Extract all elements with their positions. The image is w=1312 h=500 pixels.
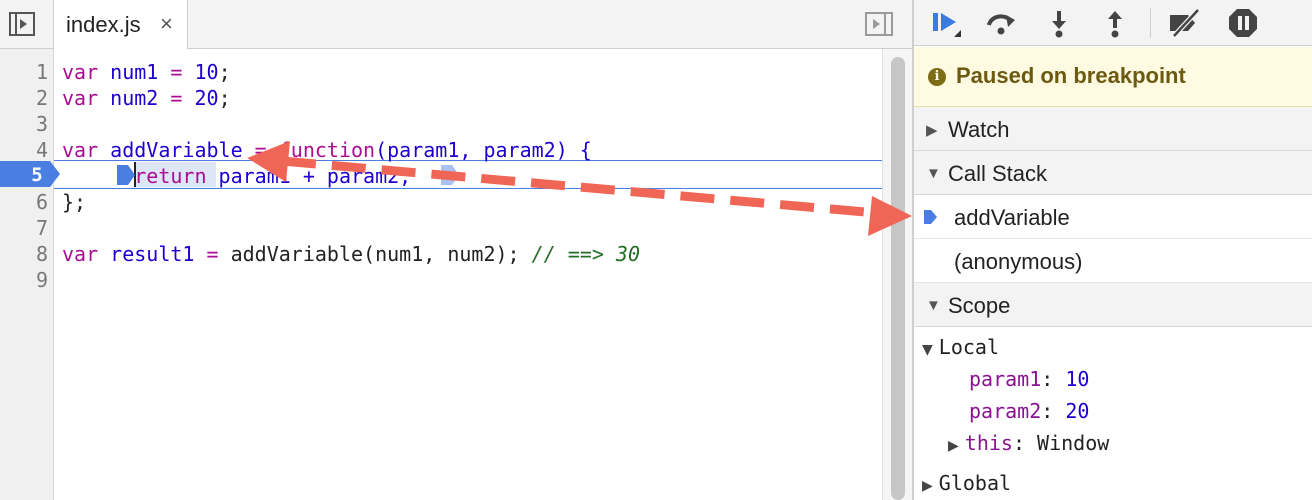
step-marker-icon [441,165,459,185]
line-number[interactable]: 4 [0,137,48,163]
collapse-triangle-icon: ▼ [922,342,933,358]
code-line-2[interactable]: var num2 = 20; [62,85,231,111]
line-number[interactable]: 2 [0,85,48,111]
line-number[interactable]: 3 [0,111,48,137]
section-label: Scope [948,293,1011,318]
tab-index-js[interactable]: index.js × [53,0,188,49]
info-icon: i [928,68,946,86]
source-editor-pane: index.js × 1 2 3 4 6 7 8 9 5 var num1 = … [0,0,912,500]
pause-on-exceptions-icon[interactable] [1226,7,1260,39]
call-stack-frame[interactable]: addVariable [914,195,1312,239]
code-line-4[interactable]: var addVariable = function(param1, param… [62,137,592,163]
line-number[interactable]: 6 [0,189,48,215]
deactivate-breakpoints-icon[interactable] [1168,7,1202,39]
current-frame-arrow-icon [924,210,937,224]
resume-icon[interactable] [930,7,964,39]
section-call-stack[interactable]: ▼ Call Stack [914,151,1312,195]
breakpoint-line-number: 5 [31,164,42,186]
expand-triangle-icon: ▶ [922,478,933,494]
var-value: Window [1037,431,1110,455]
scope-label: Local [938,335,999,359]
scope-label: Global [938,471,1012,495]
var-value: 10 [1065,367,1090,391]
breakpoint-marker[interactable]: 5 [0,161,60,187]
scope-variable[interactable]: param2: 20 [969,397,1089,425]
scrollbar-thumb[interactable] [891,57,905,500]
section-watch[interactable]: ▶ Watch [914,107,1312,151]
var-name: param1 [969,367,1042,391]
scope-tree: ▼ Local param1: 10 param2: 20 ▶ this: Wind… [914,327,1312,500]
section-label: Watch [948,117,1010,142]
expand-triangle-icon: ▶ [926,122,938,139]
line-number[interactable]: 7 [0,215,48,241]
collapse-triangle-icon: ▼ [926,297,941,314]
navigator-toggle-icon[interactable] [8,10,36,38]
code-line-6[interactable]: }; [62,189,86,215]
code-line-5[interactable]: return param1 + param2; [62,163,411,189]
step-over-icon[interactable] [984,7,1018,39]
line-number-gutter[interactable]: 1 2 3 4 6 7 8 9 [0,49,54,500]
code-line-8[interactable]: var result1 = addVariable(num1, num2); /… [62,241,640,267]
var-value: 20 [1065,399,1090,423]
scope-this[interactable]: ▶ this: Window [948,429,1109,457]
scope-local[interactable]: ▼ Local [922,333,999,361]
var-name: this [964,431,1013,455]
line-number[interactable]: 1 [0,59,48,85]
editor-scrollbar[interactable] [882,49,912,500]
var-name: param2 [969,399,1042,423]
scope-variable[interactable]: param1: 10 [969,365,1089,393]
line-number[interactable]: 9 [0,267,48,293]
call-stack-frame[interactable]: (anonymous) [914,239,1312,283]
section-label: Call Stack [948,161,1048,186]
debugger-toggle-icon[interactable] [864,10,894,38]
editor-tab-bar: index.js × [0,0,912,49]
collapse-triangle-icon: ▼ [926,165,941,182]
step-marker-icon [117,165,135,185]
tab-label: index.js [66,12,141,37]
expand-triangle-icon: ▶ [948,438,959,454]
debugger-toolbar [914,0,1312,46]
frame-name: (anonymous) [954,249,1083,274]
close-icon[interactable]: × [160,13,173,35]
step-into-icon[interactable] [1042,7,1076,39]
paused-banner: i Paused on breakpoint [914,47,1312,107]
paused-message: Paused on breakpoint [956,63,1186,88]
line-number[interactable]: 8 [0,241,48,267]
debugger-sidebar: i Paused on breakpoint ▶ Watch ▼ Call St… [914,0,1312,500]
code-line-1[interactable]: var num1 = 10; [62,59,231,85]
section-scope[interactable]: ▼ Scope [914,283,1312,327]
toolbar-separator [1150,8,1151,38]
step-out-icon[interactable] [1098,7,1132,39]
frame-name: addVariable [954,205,1070,230]
scope-global[interactable]: ▶ Global [922,469,1011,497]
